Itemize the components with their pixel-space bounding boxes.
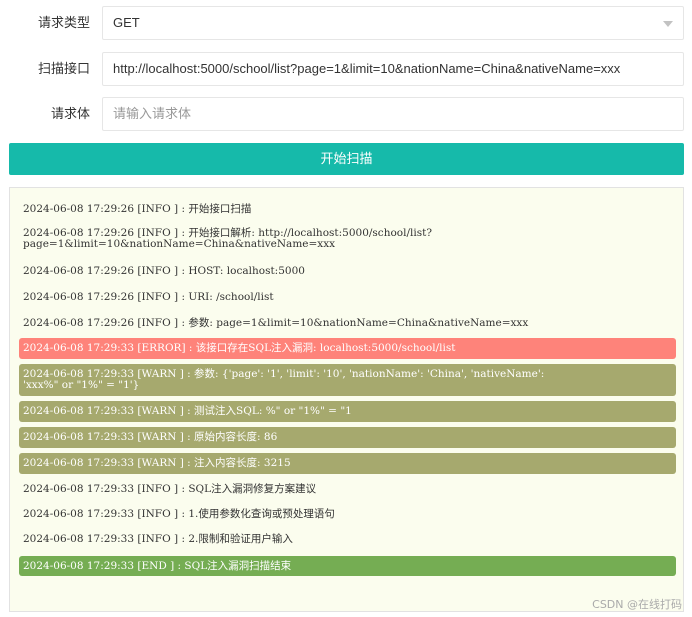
- method-row: 请求类型 GET: [0, 6, 692, 40]
- log-entry-warn: 2024-06-08 17:29:33 [WARN ] : 参数: {'page…: [19, 364, 676, 396]
- log-entry-info: 2024-06-08 17:29:26 [INFO ] : HOST: loca…: [19, 264, 676, 278]
- log-entry-text: 2024-06-08 17:29:33 [INFO ] : SQL注入漏洞修复方…: [23, 482, 317, 495]
- chevron-down-icon[interactable]: [663, 21, 673, 27]
- log-entry-text: 2024-06-08 17:29:33 [WARN ] : 原始内容长度: 86: [23, 431, 278, 443]
- url-input[interactable]: http://localhost:5000/school/list?page=1…: [102, 52, 684, 86]
- method-value: GET: [113, 15, 140, 30]
- log-entry-info: 2024-06-08 17:29:26 [INFO ] : 开始接口扫描: [19, 202, 676, 216]
- log-entry-text: 2024-06-08 17:29:26 [INFO ] : 开始接口解析: ht…: [23, 227, 432, 250]
- log-entry-text: 2024-06-08 17:29:33 [WARN ] : 参数: {'page…: [23, 368, 545, 391]
- url-row: 扫描接口 http://localhost:5000/school/list?p…: [0, 52, 692, 86]
- log-entry-warn: 2024-06-08 17:29:33 [WARN ] : 原始内容长度: 86: [19, 427, 676, 448]
- log-entry-text: 2024-06-08 17:29:26 [INFO ] : URI: /scho…: [23, 290, 274, 303]
- log-panel[interactable]: 2024-06-08 17:29:26 [INFO ] : 开始接口扫描 2024…: [9, 187, 684, 612]
- log-entry-info: 2024-06-08 17:29:33 [INFO ] : 1.使用参数化查询或…: [19, 507, 676, 521]
- log-entry-warn: 2024-06-08 17:29:33 [WARN ] : 测试注入SQL: %…: [19, 401, 676, 422]
- log-entry-text: 2024-06-08 17:29:33 [END ] : SQL注入漏洞扫描结束: [23, 559, 292, 572]
- log-entry-info: 2024-06-08 17:29:33 [INFO ] : 2.限制和验证用户输…: [19, 532, 676, 546]
- body-input[interactable]: 请输入请求体: [102, 97, 684, 131]
- log-entry-text: 2024-06-08 17:29:33 [WARN ] : 注入内容长度: 32…: [23, 457, 291, 469]
- log-entry-info: 2024-06-08 17:29:26 [INFO ] : 参数: page=1…: [19, 316, 676, 330]
- watermark: CSDN @在线打码: [592, 598, 682, 611]
- log-entry-text: 2024-06-08 17:29:26 [INFO ] : HOST: loca…: [23, 264, 305, 277]
- log-entry-text: 2024-06-08 17:29:33 [ERROR] : 该接口存在SQL注入…: [23, 342, 456, 354]
- log-entry-text: 2024-06-08 17:29:33 [INFO ] : 2.限制和验证用户输…: [23, 532, 293, 545]
- log-entry-info: 2024-06-08 17:29:33 [INFO ] : SQL注入漏洞修复方…: [19, 482, 676, 496]
- log-entry-text: 2024-06-08 17:29:33 [INFO ] : 1.使用参数化查询或…: [23, 507, 335, 520]
- body-row: 请求体 请输入请求体: [0, 97, 692, 131]
- log-entry-text: 2024-06-08 17:29:26 [INFO ] : 参数: page=1…: [23, 316, 529, 329]
- log-entry-warn: 2024-06-08 17:29:33 [WARN ] : 注入内容长度: 32…: [19, 453, 676, 474]
- method-label: 请求类型: [37, 15, 90, 30]
- start-scan-button[interactable]: 开始扫描: [9, 143, 684, 175]
- log-entry-info: 2024-06-08 17:29:26 [INFO ] : URI: /scho…: [19, 290, 676, 304]
- log-entry-info: 2024-06-08 17:29:26 [INFO ] : 开始接口解析: ht…: [19, 224, 676, 254]
- log-entry-end: 2024-06-08 17:29:33 [END ] : SQL注入漏洞扫描结束: [19, 556, 676, 576]
- log-entry-text: 2024-06-08 17:29:33 [WARN ] : 测试注入SQL: %…: [23, 405, 352, 417]
- log-entry-error: 2024-06-08 17:29:33 [ERROR] : 该接口存在SQL注入…: [19, 338, 676, 359]
- log-entry-text: 2024-06-08 17:29:26 [INFO ] : 开始接口扫描: [23, 202, 252, 215]
- url-label: 扫描接口: [37, 61, 90, 76]
- body-label: 请求体: [50, 106, 90, 121]
- method-select[interactable]: GET: [102, 6, 684, 40]
